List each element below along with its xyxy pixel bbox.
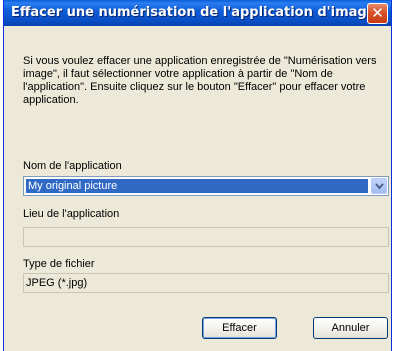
app-location-label: Lieu de l'application xyxy=(23,208,120,220)
window-title: Effacer une numérisation de l'applicatio… xyxy=(11,5,376,20)
dialog-window: Effacer une numérisation de l'applicatio… xyxy=(3,0,392,351)
description-text: Si vous voulez effacer une application e… xyxy=(23,55,377,106)
app-location-field xyxy=(23,227,389,247)
title-bar[interactable]: Effacer une numérisation de l'applicatio… xyxy=(4,0,391,26)
chevron-down-icon xyxy=(375,183,384,190)
file-type-label: Type de fichier xyxy=(23,258,95,270)
file-type-field: JPEG (*.jpg) xyxy=(23,273,389,293)
file-type-value: JPEG (*.jpg) xyxy=(26,277,88,289)
dropdown-button[interactable] xyxy=(371,178,387,194)
app-name-select[interactable]: My original picture xyxy=(23,176,389,196)
close-button[interactable]: ✕ xyxy=(367,3,388,24)
close-icon: ✕ xyxy=(371,4,384,22)
app-name-selected-value: My original picture xyxy=(26,179,368,193)
cancel-button[interactable]: Annuler xyxy=(313,317,388,339)
delete-button[interactable]: Effacer xyxy=(202,317,277,339)
app-name-label: Nom de l'application xyxy=(23,160,122,172)
